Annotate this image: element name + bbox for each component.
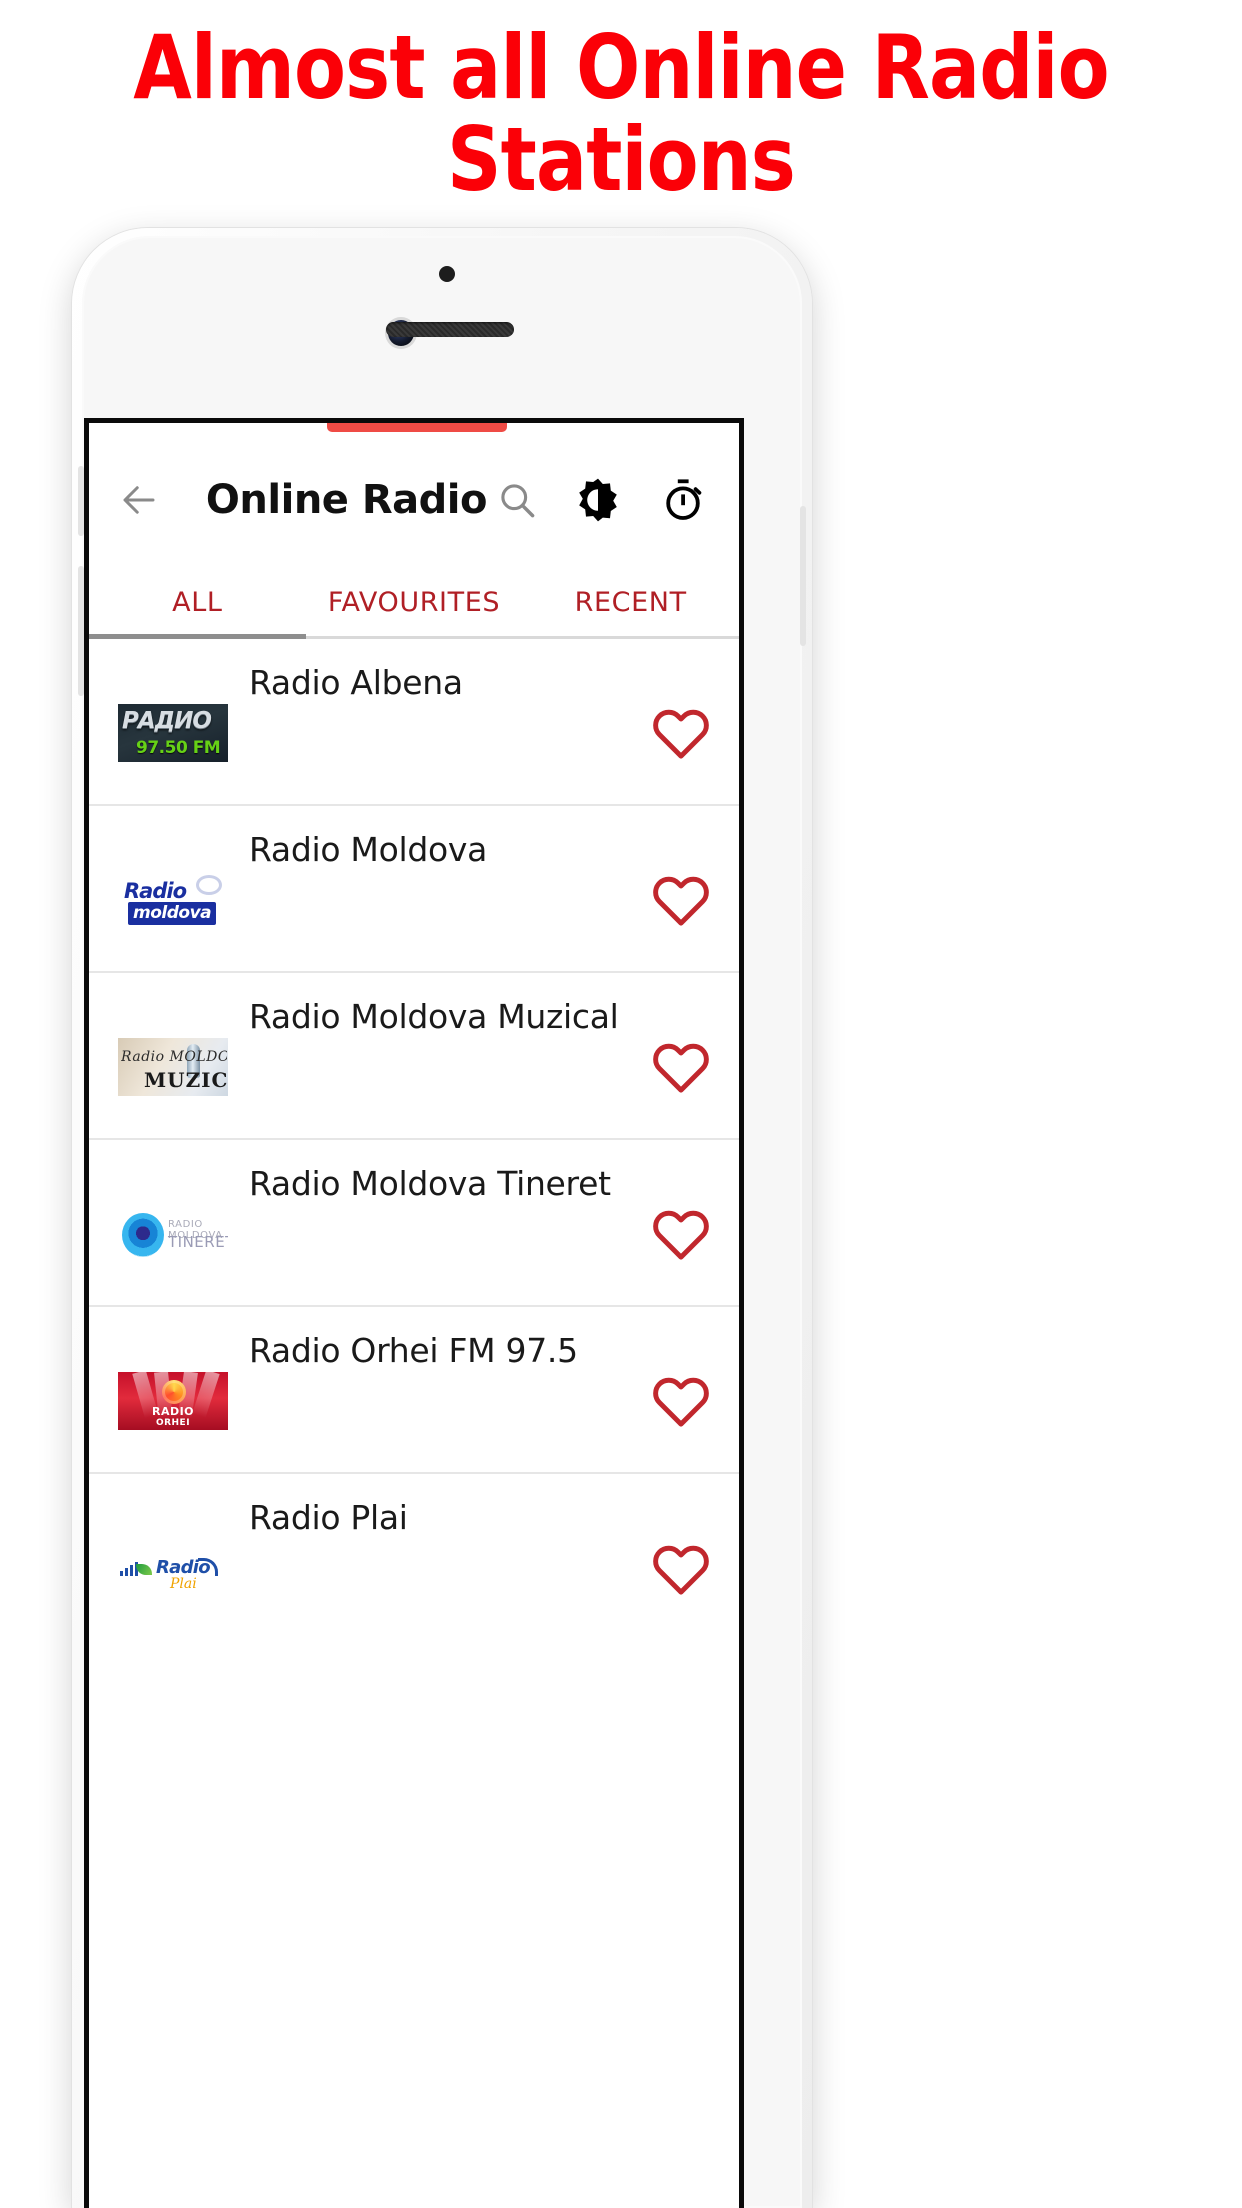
logo-text-primary: RADIO: [151, 1404, 195, 1418]
heart-outline-icon: [653, 709, 709, 759]
logo-text-secondary: TINERET: [168, 1232, 228, 1251]
status-notch: [327, 423, 507, 432]
logo-text-primary: Radio: [124, 878, 187, 903]
favorite-button[interactable]: [649, 1370, 713, 1434]
phone-screen: Online Radio ALL FAVOURITES RECENT РАДИО…: [84, 418, 744, 2208]
logo-bars: [120, 1560, 138, 1576]
search-button[interactable]: [487, 469, 548, 531]
table-row[interactable]: Radio moldova Radio Moldova: [89, 806, 739, 973]
heart-outline-icon: [653, 1545, 709, 1595]
favorite-button[interactable]: [649, 1036, 713, 1100]
arrow-left-icon: [123, 485, 155, 514]
favorite-button[interactable]: [649, 702, 713, 766]
station-name: Radio Moldova Muzical: [249, 997, 619, 1036]
tab-favourites[interactable]: FAVOURITES: [306, 567, 523, 637]
logo-text-secondary: Plai: [170, 1575, 197, 1592]
table-row[interactable]: РАДИО 97.50 FM Radio Albena: [89, 639, 739, 806]
station-logo: RADIO ORHEI: [117, 1371, 229, 1431]
station-name: Radio Albena: [249, 663, 463, 702]
table-row[interactable]: Radio Plai Radio Plai: [89, 1474, 739, 1641]
tab-recent[interactable]: RECENT: [522, 567, 739, 637]
logo-text-secondary: 97.50 FM: [136, 737, 221, 758]
station-name: Radio Moldova Tineret: [249, 1164, 611, 1203]
favorite-button[interactable]: [649, 1538, 713, 1602]
station-name: Radio Moldova: [249, 830, 488, 869]
proximity-sensor-icon: [439, 266, 455, 282]
toolbar-title: Online Radio: [205, 476, 488, 523]
station-name: Radio Plai: [249, 1498, 408, 1537]
brightness-toggle-button[interactable]: [568, 469, 629, 531]
promo-graphic: Almost all Online Radio Stations Online …: [0, 0, 1242, 2208]
app-toolbar: Online Radio: [89, 432, 739, 567]
headline-line-1: Almost all Online Radio: [133, 16, 1109, 119]
table-row[interactable]: RADIO MOLDOVA TINERET Radio Moldova Tine…: [89, 1140, 739, 1307]
logo-text-primary: РАДИО: [122, 707, 212, 734]
station-logo: РАДИО 97.50 FM: [117, 703, 229, 763]
sleep-timer-icon: [665, 478, 701, 520]
logo-text-primary: Radio: [156, 1556, 211, 1578]
logo-text-secondary: ORHEI: [155, 1417, 191, 1428]
phone-mockup: Online Radio ALL FAVOURITES RECENT РАДИО…: [72, 228, 812, 2208]
earpiece-speaker-icon: [386, 322, 514, 337]
heart-outline-icon: [653, 1043, 709, 1093]
logo-text-secondary: moldova: [128, 901, 217, 925]
logo-text-primary: Radio MOLDOVA: [121, 1048, 227, 1065]
logo-circle: [122, 1212, 164, 1257]
brightness-contrast-icon: [579, 478, 617, 521]
tab-all[interactable]: ALL: [89, 567, 306, 637]
power-button: [800, 506, 806, 646]
phone-body: Online Radio ALL FAVOURITES RECENT РАДИО…: [78, 236, 806, 2208]
page-title: Almost all Online Radio Stations: [87, 22, 1155, 206]
logo-ring: [196, 874, 222, 895]
sleep-timer-button[interactable]: [652, 469, 713, 531]
table-row[interactable]: RADIO ORHEI Radio Orhei FM 97.5: [89, 1307, 739, 1474]
table-row[interactable]: Radio MOLDOVA MUZICAL Radio Moldova Muzi…: [89, 973, 739, 1140]
logo-disc: [162, 1379, 186, 1404]
back-button[interactable]: [115, 475, 164, 525]
logo-text-secondary: MUZICAL: [144, 1067, 228, 1092]
headline-line-2: Stations: [447, 108, 796, 211]
station-logo: Radio MOLDOVA MUZICAL: [117, 1037, 229, 1097]
favorite-button[interactable]: [649, 1203, 713, 1267]
station-logo: Radio Plai: [117, 1539, 229, 1599]
station-logo: Radio moldova: [117, 870, 229, 930]
heart-outline-icon: [653, 1210, 709, 1260]
tab-bar: ALL FAVOURITES RECENT: [89, 567, 739, 637]
heart-outline-icon: [653, 876, 709, 926]
station-name: Radio Orhei FM 97.5: [249, 1331, 578, 1370]
search-icon: [501, 483, 535, 517]
logo-leaf: [136, 1563, 152, 1575]
station-list[interactable]: РАДИО 97.50 FM Radio Albena Radio moldov…: [89, 639, 739, 2208]
favorite-button[interactable]: [649, 869, 713, 933]
station-logo: RADIO MOLDOVA TINERET: [117, 1204, 229, 1264]
heart-outline-icon: [653, 1377, 709, 1427]
